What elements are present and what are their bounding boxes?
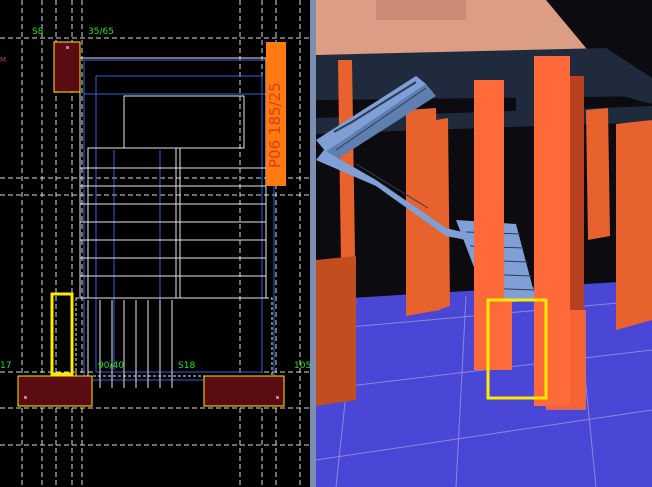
label-s18: S18 bbox=[178, 361, 195, 371]
model-3d-view[interactable] bbox=[316, 0, 652, 487]
label-dim-bottom: 90/40 bbox=[98, 361, 124, 371]
selection-highlight[interactable] bbox=[50, 292, 74, 376]
stair-plan bbox=[75, 57, 273, 388]
label-s17: 17 bbox=[0, 361, 11, 371]
beam-p06-label: P06 185/25 bbox=[266, 82, 284, 168]
column-s8-marker bbox=[66, 46, 69, 49]
cad-canvas[interactable]: P06 185/25 S8 35/65 17 90/40 S18 105 M bbox=[0, 0, 310, 487]
label-dim-top: 35/65 bbox=[88, 27, 114, 37]
model-canvas[interactable] bbox=[316, 0, 652, 487]
grid-lines bbox=[0, 0, 310, 487]
label-s8: S8 bbox=[32, 27, 44, 37]
column-s17-marker bbox=[24, 396, 27, 399]
cad-plan-view[interactable]: P06 185/25 S8 35/65 17 90/40 S18 105 M bbox=[0, 0, 310, 487]
column-s18[interactable] bbox=[203, 375, 285, 407]
column-s17[interactable] bbox=[17, 375, 93, 407]
label-dim-right: 105 bbox=[294, 361, 310, 371]
ceiling-detail bbox=[376, 0, 466, 20]
wall-left bbox=[316, 256, 356, 406]
label-edge-mark: M bbox=[0, 56, 6, 64]
column-s18-marker bbox=[276, 396, 279, 399]
column-s8[interactable] bbox=[53, 41, 81, 93]
